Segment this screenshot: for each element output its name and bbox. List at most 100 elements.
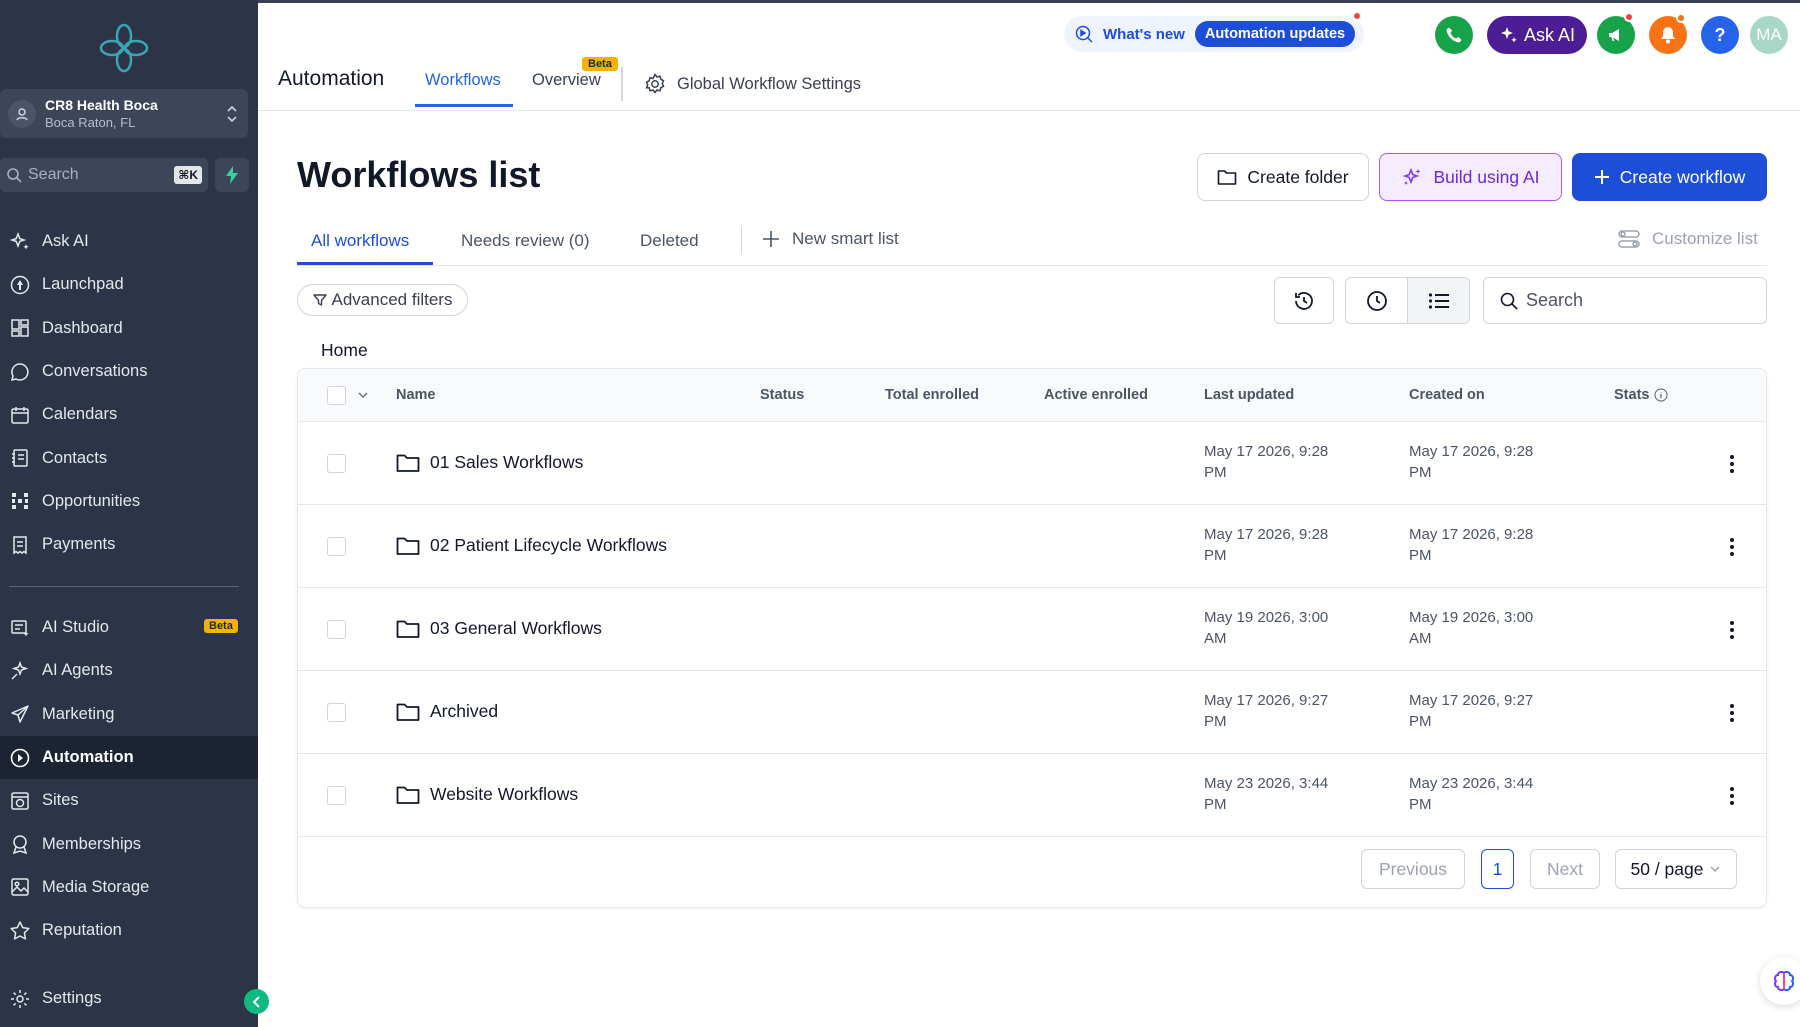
sidebar-item-label: Media Storage (42, 877, 150, 896)
customize-list-button[interactable]: Customize list (1618, 229, 1758, 249)
clock-view-button[interactable] (1346, 278, 1407, 323)
tab-overview[interactable]: Overview (532, 71, 601, 90)
calendar-icon (9, 404, 31, 426)
folder-name[interactable]: Website Workflows (396, 784, 578, 805)
sidebar-item-opportunities[interactable]: Opportunities (0, 480, 258, 523)
column-header-total-enrolled[interactable]: Total enrolled (885, 387, 979, 403)
sidebar-item-sites[interactable]: Sites (0, 779, 258, 822)
sidebar-item-label: Reputation (42, 921, 122, 940)
sidebar-item-reputation[interactable]: Reputation (0, 909, 258, 952)
sidebar-item-ask-ai[interactable]: Ask AI (0, 220, 258, 263)
create-folder-button[interactable]: Create folder (1197, 153, 1369, 201)
help-button[interactable]: ? (1701, 16, 1739, 54)
location-switcher[interactable]: CR8 Health Boca Boca Raton, FL (0, 89, 248, 138)
table-row[interactable]: 03 General Workflows May 19 2026, 3:00 A… (298, 588, 1766, 671)
create-workflow-label: Create workflow (1619, 166, 1746, 187)
toggles-icon (1618, 229, 1652, 249)
sidebar-item-payments[interactable]: Payments (0, 523, 258, 566)
column-header-name[interactable]: Name (396, 387, 436, 403)
row-actions-button[interactable] (1722, 618, 1742, 642)
global-workflow-settings-link[interactable]: Global Workflow Settings (643, 72, 861, 96)
folder-name[interactable]: 02 Patient Lifecycle Workflows (396, 535, 667, 556)
whats-new-label: What's new (1103, 25, 1185, 43)
tab-deleted[interactable]: Deleted (640, 231, 699, 251)
sidebar-search-label: Search (28, 166, 79, 183)
new-smart-list-button[interactable]: New smart list (762, 229, 899, 249)
row-actions-button[interactable] (1722, 452, 1742, 476)
whats-new-banner[interactable]: What's new Automation updates (1064, 16, 1364, 52)
pagination-page-button[interactable]: 1 (1481, 849, 1514, 889)
user-avatar[interactable]: MA (1750, 16, 1788, 54)
location-avatar-icon (8, 99, 36, 128)
folder-name[interactable]: 03 General Workflows (396, 618, 602, 639)
select-all-checkbox[interactable] (327, 386, 346, 405)
global-workflow-settings-label: Global Workflow Settings (677, 74, 862, 93)
row-actions-button[interactable] (1722, 535, 1742, 559)
table-header: Name Status Total enrolled Active enroll… (298, 369, 1766, 422)
new-smart-list-label: New smart list (792, 229, 899, 248)
tab-workflows[interactable]: Workflows (425, 71, 501, 90)
row-checkbox[interactable] (327, 620, 346, 639)
pagination-previous-button[interactable]: Previous (1361, 849, 1465, 889)
column-header-active-enrolled[interactable]: Active enrolled (1044, 387, 1148, 403)
column-header-stats[interactable]: Stats (1614, 387, 1669, 403)
app-title: Automation (278, 67, 385, 90)
divider (741, 227, 742, 253)
sidebar-search[interactable]: Search ⌘K (0, 158, 208, 192)
table-row[interactable]: 02 Patient Lifecycle Workflows May 17 20… (298, 505, 1766, 588)
sidebar-collapse-button[interactable] (244, 989, 269, 1014)
sidebar-item-marketing[interactable]: Marketing (0, 693, 258, 736)
table-row[interactable]: Website Workflows May 23 2026, 3:44 PM M… (298, 754, 1766, 837)
row-checkbox[interactable] (327, 454, 346, 473)
column-header-status[interactable]: Status (760, 387, 804, 403)
row-actions-button[interactable] (1722, 701, 1742, 725)
sidebar-settings: Settings (0, 977, 258, 1020)
history-button[interactable] (1274, 277, 1334, 324)
phone-button[interactable] (1435, 16, 1473, 54)
folder-name[interactable]: 01 Sales Workflows (396, 452, 583, 473)
column-header-last-updated[interactable]: Last updated (1204, 387, 1294, 403)
sidebar-item-dashboard[interactable]: Dashboard (0, 307, 258, 350)
row-checkbox[interactable] (327, 703, 346, 722)
automation-updates-pill[interactable]: Automation updates (1194, 21, 1356, 47)
search-input[interactable] (1526, 290, 1746, 311)
info-icon[interactable] (1654, 388, 1669, 402)
row-checkbox[interactable] (327, 786, 346, 805)
sidebar-item-calendars[interactable]: Calendars (0, 393, 258, 436)
advanced-filters-button[interactable]: Advanced filters (297, 284, 468, 316)
sidebar-item-contacts[interactable]: Contacts (0, 436, 258, 479)
chevron-down-icon[interactable] (357, 389, 369, 401)
sidebar-item-conversations[interactable]: Conversations (0, 350, 258, 393)
quick-action-button[interactable] (215, 158, 249, 192)
brand-logo-icon[interactable] (98, 22, 150, 74)
gear-icon (9, 988, 31, 1010)
assistant-floating-button[interactable] (1760, 957, 1800, 1005)
ai-studio-icon (9, 617, 31, 639)
sidebar-item-settings[interactable]: Settings (0, 977, 258, 1020)
tab-needs-review[interactable]: Needs review (0) (461, 231, 590, 251)
tab-all-workflows[interactable]: All workflows (311, 231, 409, 251)
row-checkbox[interactable] (327, 537, 346, 556)
kebab-menu-icon (1730, 787, 1734, 805)
sidebar-item-ai-agents[interactable]: AI Agents (0, 649, 258, 692)
sidebar-item-ai-studio[interactable]: AI Studio Beta (0, 606, 258, 649)
globe-window-icon (9, 790, 31, 812)
pagination-next-button[interactable]: Next (1530, 849, 1600, 889)
page-size-select[interactable]: 50 / page (1615, 849, 1737, 889)
sidebar-item-label: Calendars (42, 405, 118, 424)
workflow-search[interactable] (1483, 277, 1767, 324)
ask-ai-button[interactable]: Ask AI (1487, 16, 1587, 54)
sidebar-item-memberships[interactable]: Memberships (0, 822, 258, 865)
sidebar-item-media-storage[interactable]: Media Storage (0, 866, 258, 909)
list-view-button[interactable] (1407, 278, 1469, 323)
build-using-ai-button[interactable]: Build using AI (1379, 153, 1562, 201)
breadcrumb[interactable]: Home (321, 340, 368, 361)
table-row[interactable]: Archived May 17 2026, 9:27 PM May 17 202… (298, 671, 1766, 754)
create-workflow-button[interactable]: Create workflow (1572, 153, 1767, 201)
folder-name[interactable]: Archived (396, 701, 498, 722)
table-row[interactable]: 01 Sales Workflows May 17 2026, 9:28 PM … (298, 422, 1766, 505)
sidebar-item-launchpad[interactable]: Launchpad (0, 263, 258, 306)
column-header-created-on[interactable]: Created on (1409, 387, 1485, 403)
row-actions-button[interactable] (1722, 784, 1742, 808)
sidebar-item-automation[interactable]: Automation (0, 735, 258, 780)
